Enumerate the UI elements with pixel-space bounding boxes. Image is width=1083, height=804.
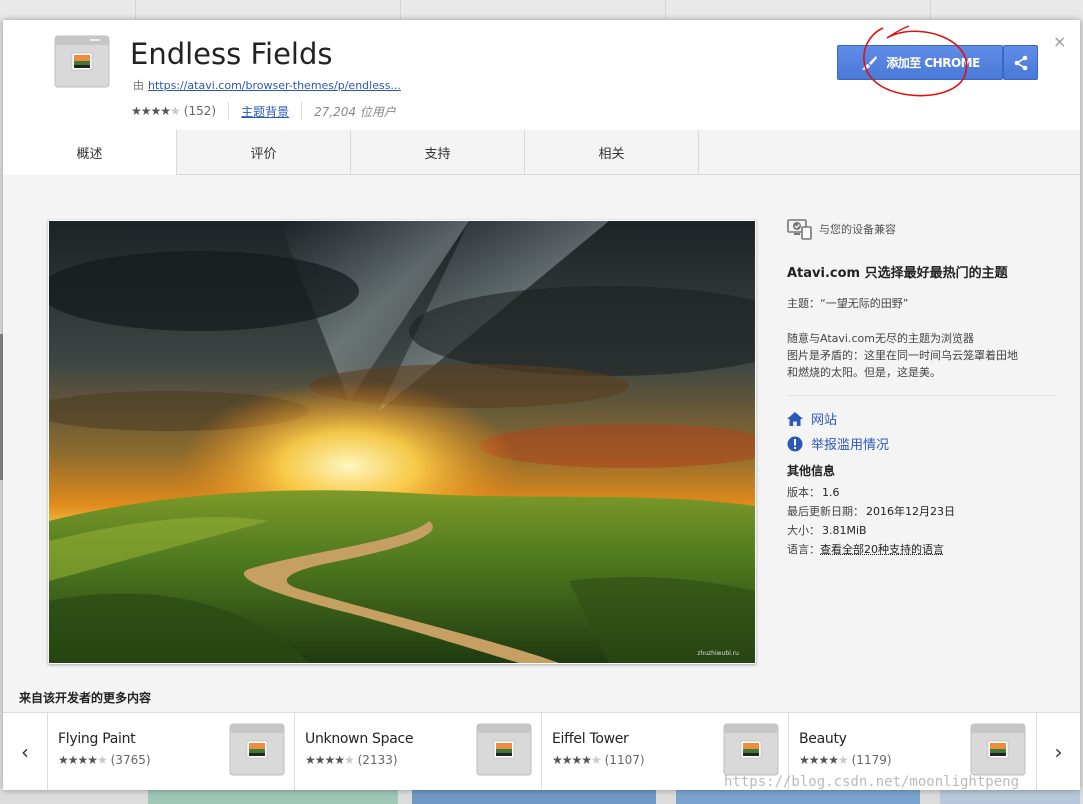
carousel-prev-button[interactable]: ‹: [3, 713, 47, 790]
rating-count: (1179): [851, 753, 892, 767]
publisher-url-link[interactable]: https://atavi.com/browser-themes/p/endle…: [148, 79, 401, 92]
version-value: 1.6: [822, 486, 840, 499]
website-label: 网站: [811, 413, 838, 428]
background-tile: [148, 790, 398, 804]
description-text: 随意与Atavi.com无尽的主题为浏览器 图片是矛盾的：这里在同一时间乌云笼罩…: [787, 330, 1055, 381]
theme-icon: [229, 721, 285, 777]
background-column: [400, 0, 401, 20]
related-theme-rating: ★★★★★ (1179): [799, 753, 892, 767]
related-theme-name: Eiffel Tower: [552, 731, 629, 747]
close-button[interactable]: ×: [1053, 32, 1066, 51]
compatibility-line: 与您的设备兼容: [787, 218, 1055, 240]
meta-divider: [228, 102, 230, 120]
paintbrush-icon: [862, 55, 878, 70]
rating-stars: ★★★★★: [131, 104, 181, 118]
image-watermark: zhuzhiwubi.ru: [697, 650, 739, 657]
rating-count: (2133): [357, 753, 398, 767]
tab-overview[interactable]: 概述: [3, 130, 177, 175]
compatibility-text: 与您的设备兼容: [819, 223, 896, 236]
theme-line: 主题：“一望无际的田野”: [787, 297, 909, 310]
tab-support[interactable]: 支持: [351, 130, 525, 174]
background-page-header: [0, 0, 1083, 20]
related-theme-name: Beauty: [799, 731, 847, 747]
extension-title: Endless Fields: [130, 37, 333, 71]
info-list: 版本： 1.6 最后更新日期： 2016年12月23日 大小： 3.81MiB 语言：…: [787, 483, 1055, 559]
theme-icon: [476, 721, 532, 777]
dialog-header: Endless Fields 由 https://atavi.com/browse…: [3, 20, 1080, 131]
rating-count[interactable]: (152): [184, 104, 216, 118]
background-column: [665, 0, 666, 20]
theme-icon: [54, 34, 110, 88]
website-link[interactable]: 网站: [787, 406, 1055, 431]
version-label: 版本：: [787, 486, 820, 499]
languages-link[interactable]: 查看全部20种支持的语言: [820, 543, 944, 556]
related-theme-card[interactable]: Eiffel Tower ★★★★★ (1107): [541, 713, 788, 790]
related-theme-card[interactable]: Unknown Space ★★★★★ (2133): [294, 713, 541, 790]
more-info-heading: 其他信息: [787, 464, 836, 478]
updated-label: 最后更新日期：: [787, 505, 864, 518]
by-label: 由: [133, 79, 144, 92]
version-row: 版本： 1.6: [787, 483, 1055, 502]
publisher-line: 由 https://atavi.com/browser-themes/p/endl…: [133, 77, 401, 93]
extension-detail-dialog: Endless Fields 由 https://atavi.com/browse…: [3, 20, 1080, 790]
details-sidebar: 与您的设备兼容 Atavi.com 只选择最好最热门的主题 主题：“一望无际的田…: [787, 218, 1055, 559]
related-theme-card[interactable]: Flying Paint ★★★★★ (3765): [47, 713, 294, 790]
rating-stars: ★★★★★: [58, 753, 108, 767]
tab-reviews[interactable]: 评价: [177, 130, 351, 174]
related-theme-name: Unknown Space: [305, 731, 414, 747]
background-tile: [940, 790, 1080, 804]
extension-meta: ★★★★★ (152) 主题背景 27,204 位用户: [131, 102, 396, 120]
related-theme-rating: ★★★★★ (2133): [305, 753, 398, 767]
updated-value: 2016年12月23日: [866, 505, 955, 518]
add-to-chrome-label: 添加至 CHROME: [886, 56, 980, 70]
tab-related[interactable]: 相关: [525, 130, 699, 174]
rating-count: (1107): [604, 753, 645, 767]
background-column: [135, 0, 136, 20]
meta-divider: [301, 102, 303, 120]
background-column: [930, 0, 931, 20]
related-theme-rating: ★★★★★ (3765): [58, 753, 151, 767]
size-value: 3.81MiB: [822, 524, 867, 537]
warning-icon: [787, 436, 803, 451]
description-heading: Atavi.com 只选择最好最热门的主题: [787, 266, 1008, 281]
report-abuse-link[interactable]: 举报滥用情况: [787, 431, 1055, 456]
rating-stars: ★★★★★: [799, 753, 849, 767]
rating-count: (3765): [110, 753, 151, 767]
sidebar-divider: [787, 395, 1055, 396]
related-theme-rating: ★★★★★ (1107): [552, 753, 645, 767]
rating-stars: ★★★★★: [552, 753, 602, 767]
report-abuse-label: 举报滥用情况: [811, 438, 890, 453]
more-from-developer-heading: 来自该开发者的更多内容: [19, 691, 152, 705]
theme-icon: [723, 721, 779, 777]
description-line: 图片是矛盾的：这里在同一时间乌云笼罩着田地: [787, 349, 1018, 362]
language-row: 语言：查看全部20种支持的语言: [787, 540, 1055, 559]
background-tile: [676, 790, 920, 804]
description-line: 随意与Atavi.com无尽的主题为浏览器: [787, 332, 974, 345]
share-button[interactable]: [1003, 45, 1038, 80]
carousel-next-button[interactable]: ›: [1036, 713, 1080, 790]
background-tile: [412, 790, 656, 804]
add-to-chrome-button[interactable]: 添加至 CHROME: [837, 45, 1003, 80]
theme-icon: [970, 721, 1026, 777]
share-icon: [1014, 55, 1027, 70]
size-label: 大小：: [787, 524, 820, 537]
theme-preview-image[interactable]: zhuzhiwubi.ru: [48, 220, 756, 664]
description-line: 和燃烧的太阳。但是，这是美。: [787, 366, 941, 379]
device-compatible-icon: [787, 219, 812, 240]
more-from-developer-carousel: ‹ Flying Paint ★★★★★ (3765) Unknown Spac…: [3, 712, 1080, 790]
rating-stars: ★★★★★: [305, 753, 355, 767]
user-count: 27,204 位用户: [314, 104, 396, 119]
updated-row: 最后更新日期： 2016年12月23日: [787, 502, 1055, 521]
home-icon: [787, 411, 803, 426]
language-label: 语言：: [787, 543, 820, 556]
size-row: 大小： 3.81MiB: [787, 521, 1055, 540]
related-theme-name: Flying Paint: [58, 731, 136, 747]
detail-tabs: 概述 评价 支持 相关: [3, 130, 1080, 175]
category-link[interactable]: 主题背景: [241, 103, 289, 120]
related-theme-card[interactable]: Beauty ★★★★★ (1179): [788, 713, 1035, 790]
